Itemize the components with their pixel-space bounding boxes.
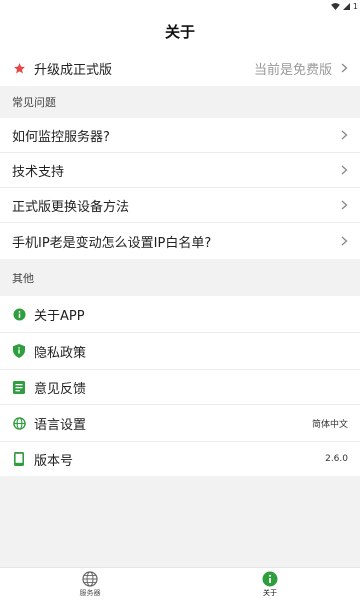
faq-item-label: 手机IP老是变动怎么设置IP白名单? <box>12 235 212 251</box>
chevron-right-icon <box>338 129 350 141</box>
shield-icon <box>12 344 26 358</box>
wifi-icon <box>331 2 340 10</box>
tab-label: 服务器 <box>79 588 101 597</box>
info-icon <box>262 571 278 586</box>
battery-level: 1 <box>352 1 358 11</box>
chevron-right-icon <box>338 199 350 211</box>
privacy-policy-row[interactable]: 隐私政策 <box>0 333 360 369</box>
globe-icon <box>82 570 98 587</box>
upgrade-row[interactable]: 升级成正式版 当前是免费版 <box>0 50 360 86</box>
tab-servers[interactable]: 服务器 <box>0 568 180 600</box>
language-settings-label: 语言设置 <box>34 417 87 433</box>
star-icon <box>12 61 26 75</box>
faq-item-monitor[interactable]: 如何监控服务器? <box>0 118 360 152</box>
version-row: 版本号 2.6.0 <box>0 442 360 476</box>
tab-about[interactable]: 关于 <box>180 568 360 600</box>
language-value: 简体中文 <box>311 419 348 430</box>
about-app-label: 关于APP <box>34 308 85 324</box>
page-title: 关于 <box>164 22 195 41</box>
feedback-row[interactable]: 意见反馈 <box>0 370 360 404</box>
info-icon <box>12 307 26 321</box>
about-app-row[interactable]: 关于APP <box>0 296 360 332</box>
signal-icon <box>342 2 350 10</box>
chevron-right-icon <box>338 62 350 74</box>
status-icons: 1 <box>331 0 358 12</box>
faq-item-label: 如何监控服务器? <box>12 129 110 145</box>
chevron-right-icon <box>338 164 350 176</box>
faq-item-label: 技术支持 <box>12 164 65 180</box>
bottom-tab-bar: 服务器 关于 <box>0 567 360 600</box>
upgrade-label: 升级成正式版 <box>34 62 113 78</box>
app-header: 关于 <box>0 12 360 50</box>
feedback-icon <box>12 380 26 394</box>
feedback-label: 意见反馈 <box>34 381 87 397</box>
language-settings-row[interactable]: 语言设置 简体中文 <box>0 405 360 441</box>
other-section-header: 其他 <box>0 262 360 294</box>
faq-item-ip-whitelist[interactable]: 手机IP老是变动怎么设置IP白名单? <box>0 223 360 259</box>
faq-section-title: 常见问题 <box>12 96 56 109</box>
globe-icon <box>12 416 26 430</box>
version-value: 2.6.0 <box>325 454 348 464</box>
faq-item-change-device[interactable]: 正式版更换设备方法 <box>0 188 360 222</box>
faq-item-label: 正式版更换设备方法 <box>12 199 130 215</box>
tab-label: 关于 <box>263 588 277 597</box>
status-bar: 1 <box>0 0 360 12</box>
phone-icon <box>12 452 26 466</box>
faq-section-header: 常见问题 <box>0 88 360 116</box>
other-section-title: 其他 <box>12 272 34 285</box>
chevron-right-icon <box>338 235 350 247</box>
upgrade-status: 当前是免费版 <box>253 62 332 78</box>
privacy-policy-label: 隐私政策 <box>34 345 87 361</box>
faq-item-support[interactable]: 技术支持 <box>0 153 360 187</box>
version-label: 版本号 <box>34 453 74 469</box>
